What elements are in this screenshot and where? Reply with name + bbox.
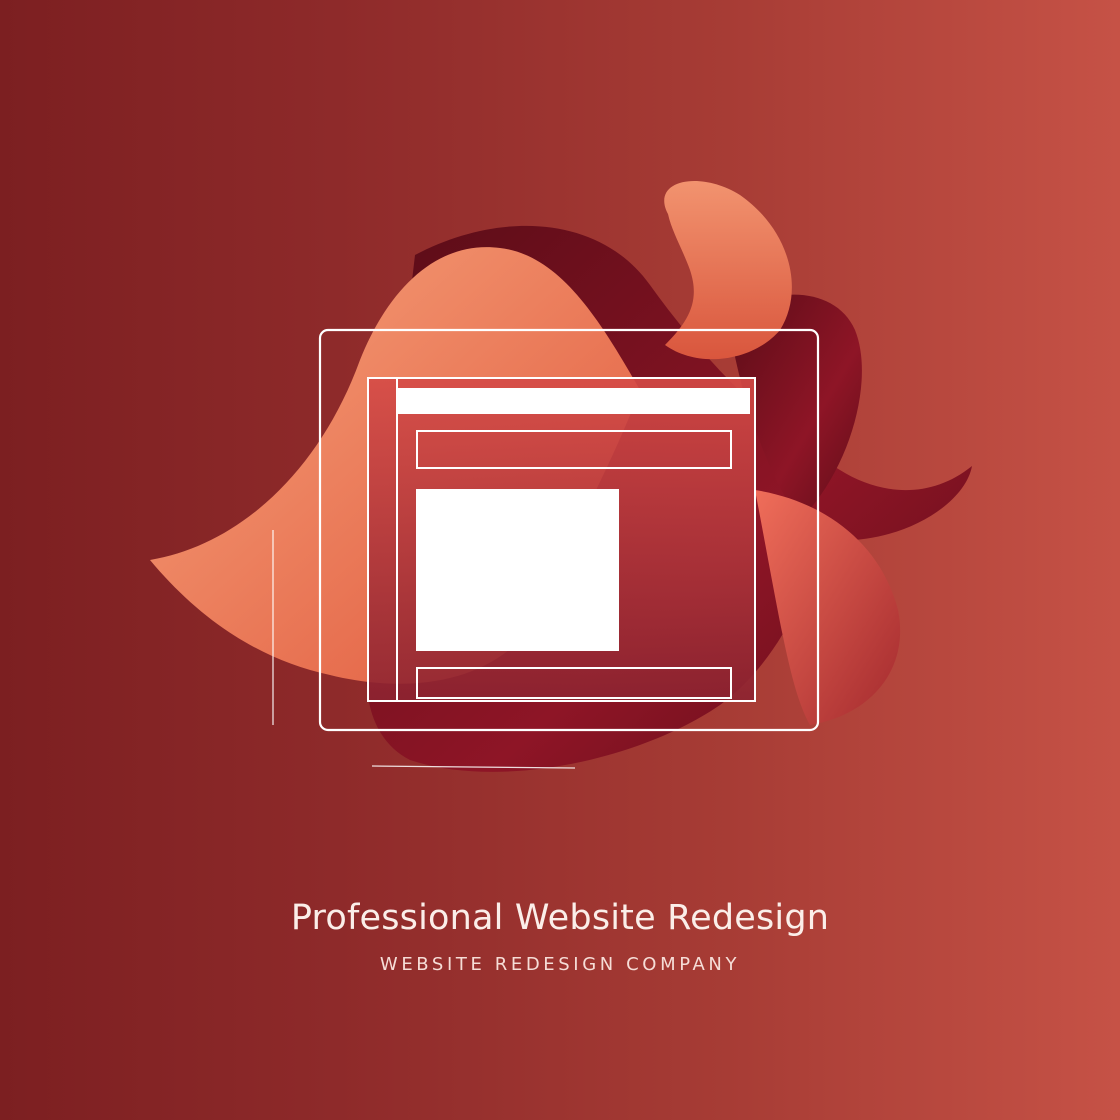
website-window-icon: [367, 377, 756, 702]
window-top-bar: [398, 388, 750, 414]
page-title: Professional Website Redesign: [290, 898, 830, 938]
peach-swirl-top: [664, 181, 792, 360]
window-image-block: [416, 489, 619, 651]
page-subtitle: WEBSITE REDESIGN COMPANY: [379, 954, 741, 975]
